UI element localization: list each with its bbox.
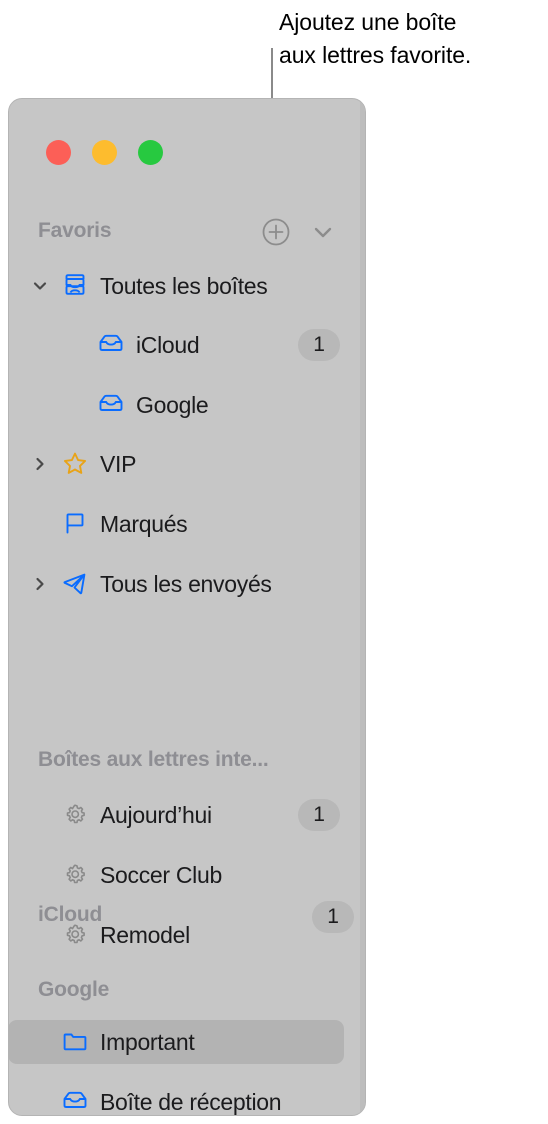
sidebar-item-label: Important	[100, 1029, 195, 1055]
inbox-tray-icon	[60, 1080, 90, 1124]
sidebar-item-label: Toutes les boîtes	[100, 273, 268, 299]
chevron-right-icon[interactable]	[30, 562, 50, 606]
zoom-button[interactable]	[138, 140, 163, 165]
sidebar-item-label: Google	[136, 392, 209, 418]
gear-icon	[60, 793, 90, 837]
paper-plane-icon	[60, 562, 90, 606]
sidebar-item-label: iCloud	[136, 332, 200, 358]
sidebar-item-toutes-les-boites[interactable]: Toutes les boîtes	[8, 264, 344, 308]
close-button[interactable]	[46, 140, 71, 165]
flag-icon	[60, 502, 90, 546]
window-controls	[46, 140, 163, 165]
sidebar-item-label: Marqués	[100, 511, 188, 537]
callout-text: Ajoutez une boîte aux lettres favorite.	[279, 9, 472, 68]
chevron-right-icon[interactable]	[30, 442, 50, 486]
sidebar-item-important[interactable]: Important	[8, 1020, 344, 1064]
folder-icon	[60, 1020, 90, 1064]
favorites-collapse-chevron-down-icon[interactable]	[306, 215, 340, 249]
sidebar-item-label: VIP	[100, 451, 137, 477]
sidebar-item-label: Aujourd’hui	[100, 802, 212, 828]
sidebar-item-marques[interactable]: Marqués	[8, 502, 344, 546]
unread-badge: 1	[298, 329, 340, 361]
unread-badge: 1	[312, 901, 354, 933]
sidebar-item-icloud[interactable]: iCloud 1	[8, 323, 344, 367]
unread-badge: 1	[298, 799, 340, 831]
smart-mailboxes-section-header: Boîtes aux lettres inte...	[8, 744, 366, 780]
sidebar-item-label: Tous les envoyés	[100, 571, 272, 597]
sidebar-item-vip[interactable]: VIP	[8, 442, 344, 486]
section-header-label: Boîtes aux lettres inte...	[38, 748, 269, 771]
favorites-section-header: Favoris	[8, 213, 366, 253]
add-favorite-mailbox-button[interactable]	[259, 215, 293, 249]
inbox-tray-icon	[96, 383, 126, 427]
chevron-down-icon[interactable]	[30, 264, 50, 308]
sidebar-item-google[interactable]: Google	[8, 383, 344, 427]
sidebar-item-soccer-club[interactable]: Soccer Club	[8, 853, 344, 897]
section-header-label: Google	[38, 978, 110, 1001]
minimize-button[interactable]	[92, 140, 117, 165]
sidebar-item-tous-les-envoyes[interactable]: Tous les envoyés	[8, 562, 344, 606]
favorites-header-label: Favoris	[38, 219, 112, 242]
sidebar-item-boite-de-reception[interactable]: Boîte de réception	[8, 1080, 344, 1124]
sidebar-item-label: Boîte de réception	[100, 1089, 282, 1115]
all-inboxes-icon	[60, 264, 90, 308]
inbox-tray-icon	[96, 323, 126, 367]
sidebar-item-aujourdhui[interactable]: Aujourd’hui 1	[8, 793, 344, 837]
star-icon	[60, 442, 90, 486]
icloud-account-section-header: iCloud 1	[8, 899, 366, 935]
sidebar-item-label: Soccer Club	[100, 862, 222, 888]
gear-icon	[60, 853, 90, 897]
google-account-section-header: Google	[8, 974, 366, 1010]
section-header-label: iCloud	[38, 903, 103, 926]
